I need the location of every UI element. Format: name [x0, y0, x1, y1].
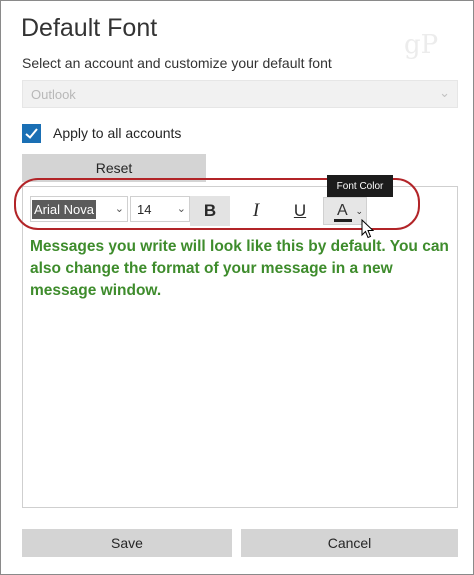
font-color-icon: A [337, 202, 348, 219]
preview-message-text: Messages you write will look like this b… [30, 238, 449, 299]
underline-icon: U [293, 201, 307, 220]
bold-button[interactable]: B [190, 196, 230, 226]
chevron-down-icon: ⌄ [176, 203, 186, 215]
font-family-dropdown[interactable]: Arial Nova ⌄ [30, 196, 128, 222]
reset-button[interactable]: Reset [22, 154, 206, 182]
font-size-dropdown[interactable]: 14 ⌄ [130, 196, 190, 222]
message-editor[interactable] [22, 186, 458, 508]
dialog-subtitle: Select an account and customize your def… [22, 55, 332, 71]
font-family-value: Arial Nova [32, 200, 96, 219]
mouse-pointer-icon [361, 219, 374, 239]
chevron-down-icon: ⌄ [355, 206, 363, 216]
cancel-button[interactable]: Cancel [241, 529, 458, 557]
underline-button[interactable]: U [280, 196, 320, 226]
font-color-tooltip: Font Color [327, 175, 393, 197]
dialog-title: Default Font [21, 14, 158, 42]
apply-all-label: Apply to all accounts [53, 125, 182, 141]
apply-all-checkbox[interactable] [22, 123, 41, 143]
account-dropdown[interactable]: Outlook ⌄ [22, 80, 458, 108]
chevron-down-icon: ⌄ [439, 85, 450, 100]
watermark-logo: gP [404, 30, 439, 60]
italic-icon: I [252, 200, 260, 221]
font-color-swatch [334, 219, 352, 222]
chevron-down-icon: ⌄ [114, 203, 124, 215]
italic-button[interactable]: I [236, 196, 276, 226]
bold-icon: B [203, 201, 217, 220]
font-size-value: 14 [137, 202, 152, 217]
checkmark-icon [25, 127, 38, 139]
apply-all-row[interactable]: Apply to all accounts [22, 122, 181, 144]
save-button[interactable]: Save [22, 529, 232, 557]
account-dropdown-value: Outlook [31, 87, 76, 102]
